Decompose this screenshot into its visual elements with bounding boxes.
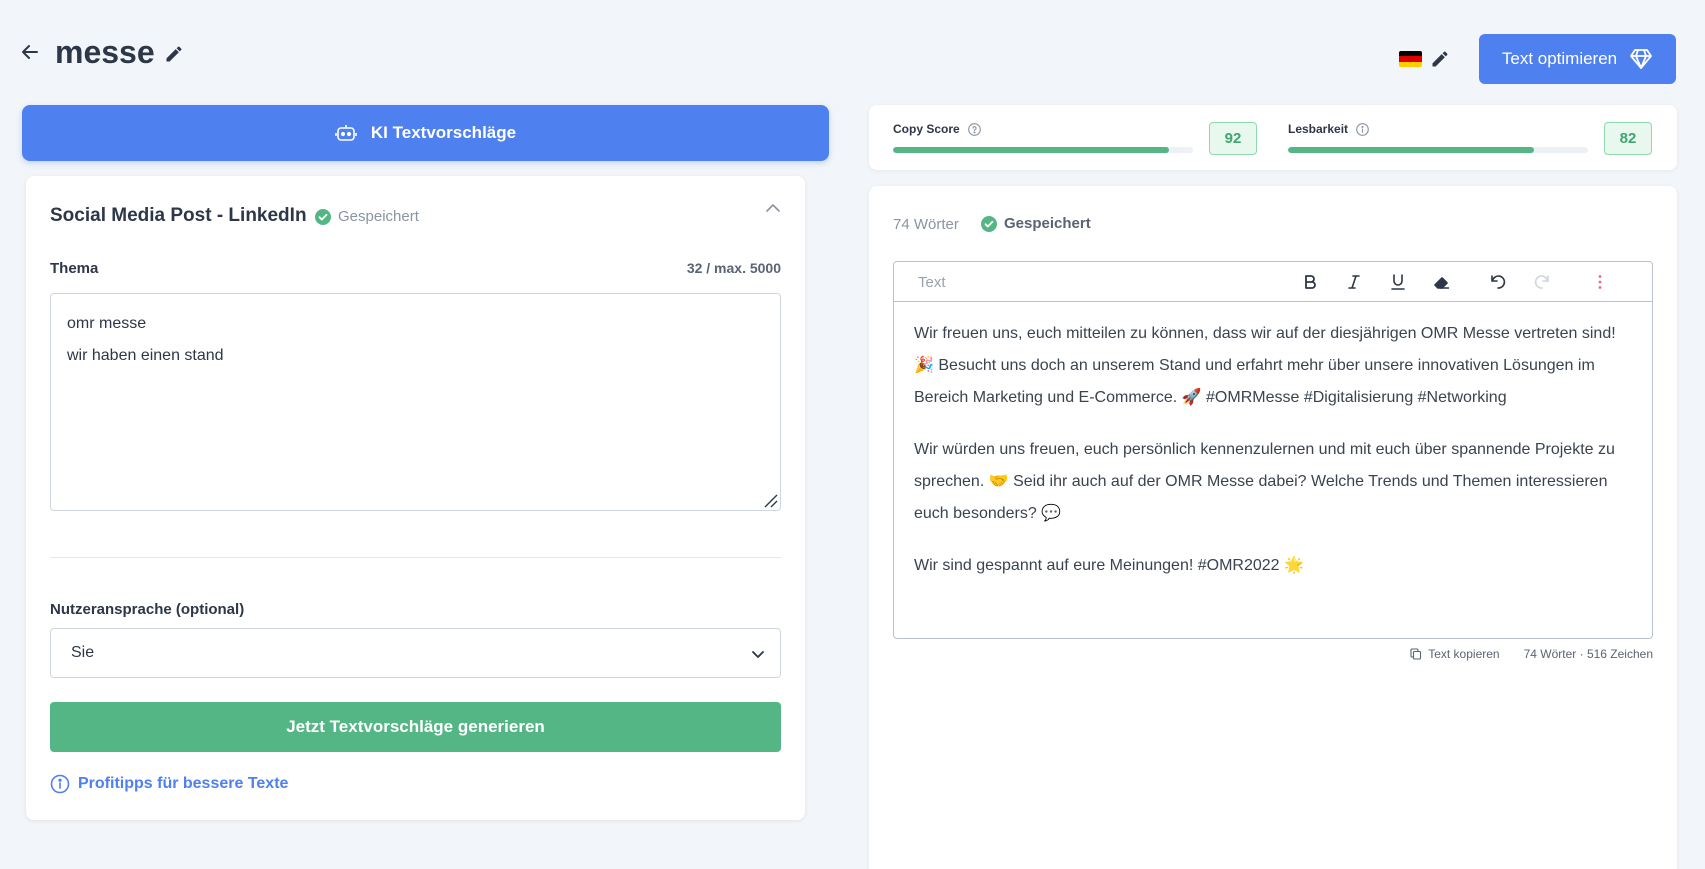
word-count: 74 Wörter <box>893 216 959 233</box>
pencil-icon[interactable] <box>164 44 184 64</box>
copy-score-fill <box>893 147 1169 153</box>
more-vertical-icon[interactable] <box>1590 272 1610 292</box>
input-card: Social Media Post - LinkedIn Gespeichert… <box>26 176 805 820</box>
copy-score-title: Copy Score <box>893 122 960 136</box>
pro-tips-label: Profitipps für bessere Texte <box>78 775 289 792</box>
divider <box>50 557 781 558</box>
resize-handle-icon[interactable] <box>762 492 778 508</box>
optimize-button-label: Text optimieren <box>1501 49 1618 68</box>
check-circle-icon <box>981 215 997 232</box>
editor-toolbar: Text <box>894 262 1652 302</box>
readability-bar <box>1288 147 1588 153</box>
copy-score-bar <box>893 147 1193 153</box>
saved-status-label: Gespeichert <box>1004 215 1091 232</box>
score-card: Copy Score 92 Lesbarkeit 82 <box>869 105 1677 170</box>
address-select[interactable]: Sie <box>50 628 781 678</box>
optimize-text-button[interactable]: Text optimieren <box>1479 34 1676 84</box>
editor-paragraph: Wir würden uns freuen, euch persönlich k… <box>914 441 1615 522</box>
saved-status: Gespeichert <box>315 208 419 225</box>
eraser-icon[interactable] <box>1432 272 1452 292</box>
theme-textarea[interactable]: omr messe wir haben einen stand <box>50 293 781 511</box>
pro-tips-link[interactable]: Profitipps für bessere Texte <box>50 774 288 794</box>
editor-card: 74 Wörter Gespeichert Text Wir freuen un… <box>869 186 1677 869</box>
generate-suggestions-button[interactable]: Jetzt Textvorschläge generieren <box>50 702 781 752</box>
readability-fill <box>1288 147 1534 153</box>
copy-score-value: 92 <box>1209 122 1257 155</box>
saved-status-label: Gespeichert <box>338 208 419 225</box>
underline-icon[interactable] <box>1388 272 1408 292</box>
copy-icon <box>1410 648 1422 660</box>
copy-text-button[interactable]: Text kopieren <box>1410 647 1500 661</box>
address-select-value: Sie <box>71 644 95 661</box>
rich-text-editor[interactable]: Text Wir freuen uns, euch mitteilen zu k… <box>893 261 1653 639</box>
theme-label: Thema <box>50 260 99 277</box>
diamond-icon <box>1630 49 1653 69</box>
info-icon[interactable] <box>1356 122 1369 136</box>
check-circle-icon <box>315 208 331 225</box>
ki-suggestions-button[interactable]: KI Textvorschläge <box>22 105 829 161</box>
arrow-left-icon[interactable] <box>18 40 42 64</box>
pencil-icon[interactable] <box>1430 49 1450 69</box>
char-count: 32 / max. 5000 <box>686 260 781 276</box>
bold-icon[interactable] <box>1300 272 1320 292</box>
undo-icon[interactable] <box>1488 272 1508 292</box>
help-circle-icon[interactable] <box>967 122 981 136</box>
address-label: Nutzeransprache (optional) <box>50 601 245 618</box>
editor-content[interactable]: Wir freuen uns, euch mitteilen zu können… <box>914 318 1634 602</box>
saved-status: Gespeichert <box>981 215 1091 232</box>
italic-icon[interactable] <box>1344 272 1364 292</box>
editor-paragraph: Wir sind gespannt auf eure Meinungen! #O… <box>914 557 1304 574</box>
readability-value: 82 <box>1604 122 1652 155</box>
toolbar-placeholder: Text <box>918 274 946 291</box>
editor-paragraph: Wir freuen uns, euch mitteilen zu können… <box>914 325 1616 406</box>
chevron-down-icon <box>752 651 764 658</box>
readability-label: Lesbarkeit <box>1288 122 1369 136</box>
info-icon <box>50 774 70 794</box>
redo-icon[interactable] <box>1532 272 1552 292</box>
card-title: Social Media Post - LinkedIn <box>50 205 307 226</box>
text-stats: 74 Wörter · 516 Zeichen <box>1523 647 1653 661</box>
chevron-up-icon[interactable] <box>763 198 783 218</box>
page-header: messe Text optimieren <box>0 0 1705 100</box>
flag-de-icon[interactable] <box>1399 51 1422 67</box>
robot-icon <box>335 125 357 141</box>
copy-score-label: Copy Score <box>893 122 981 136</box>
editor-footer: Text kopieren 74 Wörter · 516 Zeichen <box>1410 647 1653 661</box>
copy-text-label: Text kopieren <box>1428 647 1500 661</box>
page-title: messe <box>55 34 155 70</box>
readability-title: Lesbarkeit <box>1288 122 1349 136</box>
ki-button-label: KI Textvorschläge <box>370 123 517 142</box>
